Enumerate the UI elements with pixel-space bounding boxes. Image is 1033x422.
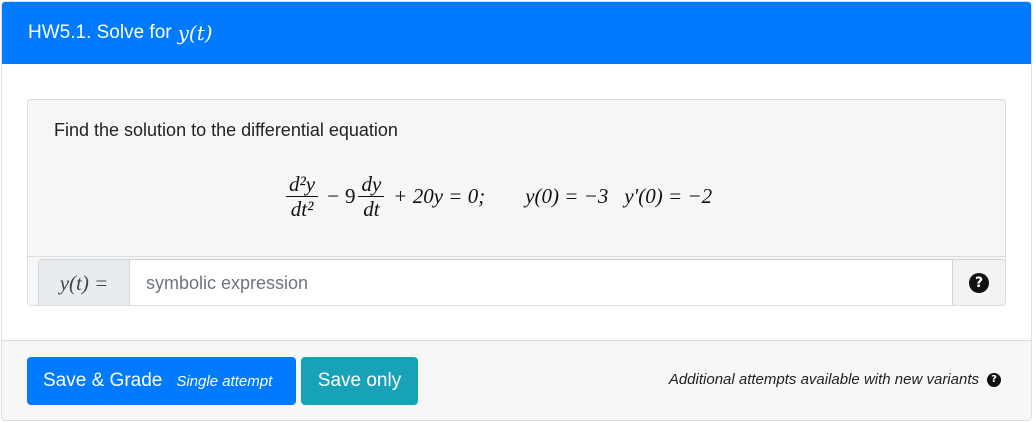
question-body: Find the solution to the differential eq…	[27, 99, 1006, 306]
initial-condition-2: y′(0) = −2	[624, 183, 713, 208]
fraction-denominator: dt	[363, 196, 380, 221]
first-derivative-fraction: dy dt	[358, 172, 385, 221]
fraction-denominator: dt²	[290, 196, 314, 221]
attempts-note: Additional attempts available with new v…	[669, 371, 1001, 388]
second-derivative-fraction: d²y dt²	[286, 172, 319, 221]
fraction-numerator: d²y	[286, 172, 319, 197]
attempts-note-text: Additional attempts available with new v…	[668, 371, 979, 388]
initial-condition-1: y(0) = −3	[525, 183, 609, 208]
answer-input[interactable]	[130, 260, 952, 305]
answer-help-button[interactable]: ?	[952, 260, 1005, 305]
question-card: HW5.1. Solve for y(t) Find the solution …	[1, 1, 1032, 421]
question-prompt: Find the solution to the differential eq…	[54, 120, 398, 140]
question-circle-icon[interactable]: ?	[987, 372, 1001, 387]
differential-equation: d²y dt² − 9 dy dt + 20y = 0; y(0) = −3 y…	[283, 166, 712, 226]
answer-row: y(t) = ?	[28, 256, 1005, 305]
answer-input-group: y(t) = ?	[38, 259, 1005, 305]
answer-label-text: y(t) =	[59, 270, 109, 295]
question-circle-icon: ?	[969, 273, 989, 293]
single-attempt-label: Single attempt	[176, 372, 273, 390]
answer-label: y(t) =	[39, 260, 130, 305]
save-and-grade-label: Save & Grade	[43, 370, 163, 391]
coefficient: 9	[344, 183, 356, 208]
question-title-math: y(t)	[177, 21, 213, 45]
fraction-numerator: dy	[358, 172, 385, 197]
card-header: HW5.1. Solve for y(t)	[2, 2, 1031, 64]
save-and-grade-button[interactable]: Save & Grade Single attempt	[27, 357, 296, 405]
card-footer: Save & Grade Single attempt Save only Ad…	[2, 340, 1031, 420]
minus-sign: −	[327, 183, 339, 208]
save-only-button[interactable]: Save only	[301, 357, 418, 405]
question-title: HW5.1. Solve for	[28, 22, 172, 43]
equation-rest: + 20y = 0;	[393, 183, 486, 208]
